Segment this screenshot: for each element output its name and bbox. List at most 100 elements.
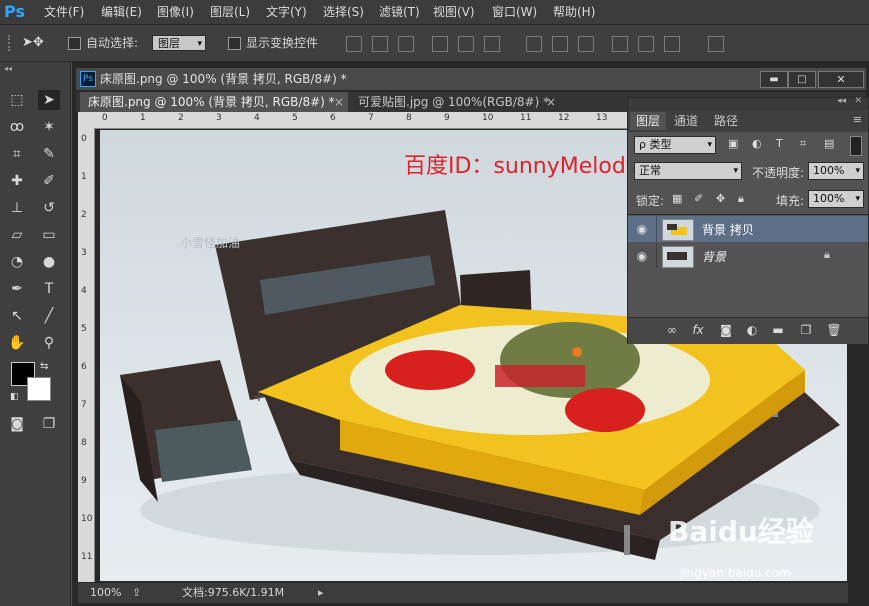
filter-pixel-icon[interactable]: ▣	[728, 137, 744, 153]
close-tab-icon[interactable]: ×	[546, 92, 556, 112]
swap-colors-icon[interactable]: ⇆	[40, 361, 52, 373]
ruler-h-tick-label: 11	[520, 113, 532, 123]
type-tool-icon[interactable]: T	[38, 279, 60, 299]
baidu-watermark-url: jingyan.baidu.com	[680, 566, 791, 580]
move-tool-preset-icon[interactable]: ➤✥	[22, 33, 50, 53]
maximize-window-button[interactable]: □	[788, 71, 816, 88]
layer-name[interactable]: 背景	[702, 248, 726, 265]
crop-tool-icon[interactable]: ⌗	[6, 144, 28, 164]
move-tool-icon[interactable]: ➤	[38, 90, 60, 110]
brush-tool-icon[interactable]: ✐	[38, 171, 60, 191]
fill-input[interactable]: 100% ▾	[808, 190, 864, 208]
tab-paths[interactable]: 路径	[708, 112, 744, 130]
hand-tool-icon[interactable]: ✋	[6, 333, 28, 353]
menu-type[interactable]: 文字(Y)	[266, 4, 307, 20]
tab-channels[interactable]: 通道	[668, 112, 704, 130]
collapse-arrows-icon[interactable]: ◂◂	[4, 64, 16, 73]
minimize-window-button[interactable]: ▬	[760, 71, 788, 88]
auto-align-icon[interactable]	[708, 36, 724, 52]
lasso-tool-icon[interactable]: ꝏ	[6, 117, 28, 137]
distribute-vcenter-icon[interactable]	[552, 36, 568, 52]
layer-filter-dropdown[interactable]: ρ 类型 ▾	[634, 136, 716, 154]
zoom-level[interactable]: 100%	[90, 583, 121, 603]
distribute-bottom-icon[interactable]	[578, 36, 594, 52]
adjustment-layer-icon[interactable]: ◐	[744, 322, 760, 338]
align-right-icon[interactable]	[484, 36, 500, 52]
distribute-right-icon[interactable]	[664, 36, 680, 52]
gradient-tool-icon[interactable]: ▭	[38, 225, 60, 245]
collapse-panel-icon[interactable]: ◂◂	[837, 96, 846, 106]
clone-stamp-tool-icon[interactable]: ⊥	[6, 198, 28, 218]
menu-select[interactable]: 选择(S)	[323, 4, 364, 20]
menu-edit[interactable]: 编辑(E)	[101, 4, 142, 20]
blur-tool-icon[interactable]: ◔	[6, 252, 28, 272]
menu-image[interactable]: 图像(I)	[157, 4, 194, 20]
menu-view[interactable]: 视图(V)	[433, 4, 475, 20]
default-colors-icon[interactable]: ◧	[10, 392, 20, 402]
menu-filter[interactable]: 滤镜(T)	[379, 4, 420, 20]
delete-layer-icon[interactable]: 🗑︎	[826, 322, 842, 338]
layer-row-background-copy[interactable]: ◉ 背景 拷贝	[628, 216, 868, 242]
distribute-left-icon[interactable]	[612, 36, 628, 52]
close-tab-icon[interactable]: ×	[334, 92, 344, 112]
align-left-icon[interactable]	[432, 36, 448, 52]
blend-mode-dropdown[interactable]: 正常 ▾	[634, 162, 742, 180]
link-layers-icon[interactable]: ∞	[664, 322, 680, 338]
show-transform-checkbox[interactable]	[228, 37, 241, 50]
align-bottom-icon[interactable]	[398, 36, 414, 52]
menu-help[interactable]: 帮助(H)	[553, 4, 595, 20]
new-group-icon[interactable]: ▬	[770, 322, 786, 338]
align-vcenter-icon[interactable]	[372, 36, 388, 52]
tab-document-2[interactable]: 可爱贴图.jpg @ 100%(RGB/8#) * ×	[350, 92, 560, 112]
lock-transparent-icon[interactable]: ▦	[672, 192, 686, 206]
layer-style-fx-icon[interactable]: fx	[690, 322, 706, 338]
eyedropper-tool-icon[interactable]: ✎	[38, 144, 60, 164]
panel-menu-icon[interactable]: ≡	[853, 113, 862, 126]
status-menu-arrow-icon[interactable]: ▸	[318, 583, 324, 603]
menu-layer[interactable]: 图层(L)	[210, 4, 250, 20]
auto-select-checkbox[interactable]	[68, 37, 81, 50]
filter-smart-object-icon[interactable]: ▤	[824, 137, 840, 153]
filter-toggle-switch[interactable]	[850, 136, 862, 156]
path-selection-tool-icon[interactable]: ↖	[6, 306, 28, 326]
opacity-input[interactable]: 100% ▾	[808, 162, 864, 180]
new-layer-icon[interactable]: ❐	[798, 322, 814, 338]
healing-brush-tool-icon[interactable]: ✚	[6, 171, 28, 191]
align-hcenter-icon[interactable]	[458, 36, 474, 52]
history-brush-tool-icon[interactable]: ↺	[38, 198, 60, 218]
lock-image-icon[interactable]: ✐	[694, 192, 708, 206]
marquee-tool-icon[interactable]: ⬚	[6, 90, 28, 110]
tab-layers[interactable]: 图层	[630, 112, 667, 130]
screen-mode-icon[interactable]: ❐	[38, 414, 60, 434]
background-color-swatch[interactable]	[27, 377, 51, 401]
magic-wand-tool-icon[interactable]: ✶	[38, 117, 60, 137]
filter-type-icon[interactable]: T	[776, 137, 792, 153]
distribute-hcenter-icon[interactable]	[638, 36, 654, 52]
close-panel-icon[interactable]: ✕	[854, 96, 862, 106]
menu-window[interactable]: 窗口(W)	[492, 4, 537, 20]
layer-row-background[interactable]: ◉ 背景 🔒︎	[628, 243, 868, 269]
zoom-tool-icon[interactable]: ⚲	[38, 333, 60, 353]
distribute-top-icon[interactable]	[526, 36, 542, 52]
filter-adjustment-icon[interactable]: ◐	[752, 137, 768, 153]
lock-position-icon[interactable]: ✥	[716, 192, 730, 206]
quick-mask-icon[interactable]: ◙	[6, 414, 28, 434]
visibility-eye-icon[interactable]: ◉	[634, 243, 650, 269]
menu-file[interactable]: 文件(F)	[44, 4, 84, 20]
eraser-tool-icon[interactable]: ▱	[6, 225, 28, 245]
lock-all-icon[interactable]: 🔒︎	[738, 192, 752, 206]
visibility-eye-icon[interactable]: ◉	[634, 216, 650, 242]
opacity-value: 100%	[813, 164, 845, 177]
ruler-v-tick-label: 0	[81, 134, 87, 144]
pen-tool-icon[interactable]: ✒	[6, 279, 28, 299]
line-tool-icon[interactable]: ╱	[38, 306, 60, 326]
close-window-button[interactable]: ✕	[818, 71, 864, 88]
layer-name[interactable]: 背景 拷贝	[702, 221, 754, 238]
dodge-tool-icon[interactable]: ●	[38, 252, 60, 272]
tab-document-1[interactable]: 床原图.png @ 100% (背景 拷贝, RGB/8#) * ×	[80, 92, 348, 112]
add-mask-icon[interactable]: ◙	[718, 322, 734, 338]
filter-shape-icon[interactable]: ⌗	[800, 137, 816, 153]
auto-select-dropdown[interactable]: 图层 ▾	[152, 35, 206, 51]
share-icon[interactable]: ⇪	[132, 586, 146, 600]
align-top-icon[interactable]	[346, 36, 362, 52]
